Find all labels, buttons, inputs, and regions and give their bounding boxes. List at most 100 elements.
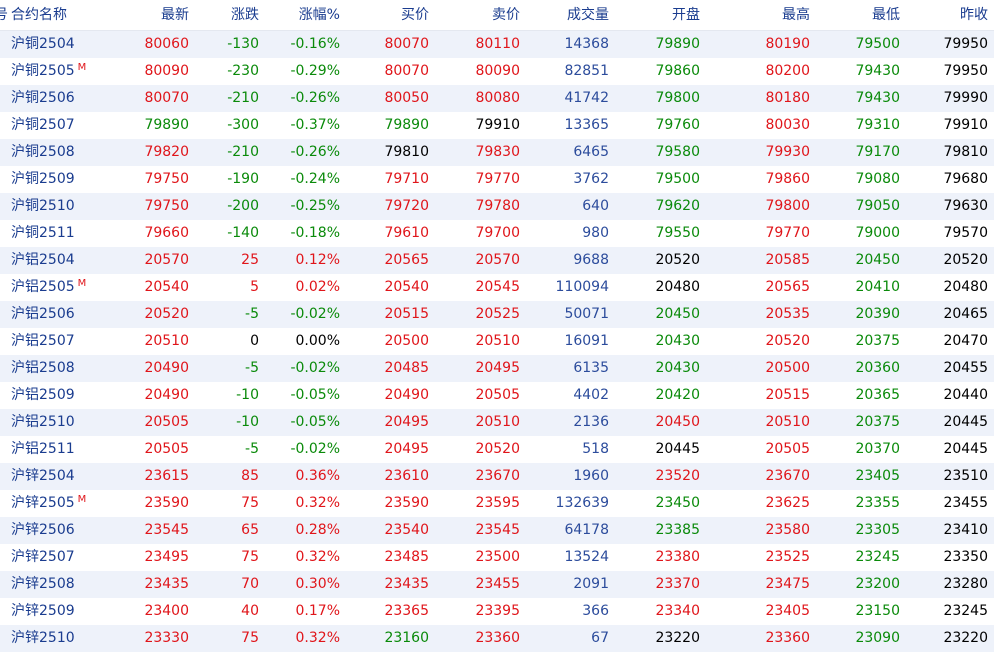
table-header: 号 合约名称 最新 涨跌 涨幅% 买价 卖价 成交量 开盘 最高 最低 昨收 [0,0,994,31]
last-price-cell: 20505 [144,414,189,430]
header-bid[interactable]: 买价 [401,0,429,30]
prev-close-cell: 20440 [943,387,988,403]
table-row[interactable]: 沪铝2508 20490 -5 -0.02% 20485 20495 6135 20430 20… [0,355,994,382]
last-price-cell: 79750 [144,198,189,214]
prev-close-cell: 20520 [943,252,988,268]
change-cell: 85 [241,468,259,484]
table-row[interactable]: 沪锌2508 23435 70 0.30% 23435 23455 2091 23370 234… [0,571,994,598]
table-row[interactable]: 沪锌2504 23615 85 0.36% 23610 23670 1960 23520 236… [0,463,994,490]
table-row[interactable]: 沪铜2509 79750 -190 -0.24% 79710 79770 3762 79500… [0,166,994,193]
ask-price-cell: 23500 [475,549,520,565]
header-change[interactable]: 涨跌 [231,0,259,30]
volume-cell: 14368 [564,36,609,52]
table-row[interactable]: 沪铜2506 80070 -210 -0.26% 80050 80080 41742 7980… [0,85,994,112]
table-row[interactable]: 沪铝2504 20570 25 0.12% 20565 20570 9688 20520 205… [0,247,994,274]
ask-price-cell: 80110 [475,36,520,52]
bid-price-cell: 80070 [384,36,429,52]
ask-price-cell: 20510 [475,333,520,349]
high-price-cell: 23405 [765,603,810,619]
header-high[interactable]: 最高 [782,0,810,30]
header-name[interactable]: 合约名称 [11,0,121,30]
open-price-cell: 23385 [655,522,700,538]
table-row[interactable]: 沪铜2504 80060 -130 -0.16% 80070 80110 14368 7989… [0,31,994,58]
change-pct-cell: 0.32% [295,495,340,511]
contract-name: 沪铝2508 [11,355,121,382]
table-row[interactable]: 沪锌2509 23400 40 0.17% 23365 23395 366 23340 2340… [0,598,994,625]
low-price-cell: 23090 [855,630,900,646]
high-price-cell: 20500 [765,360,810,376]
table-row[interactable]: 沪铝2509 20490 -10 -0.05% 20490 20505 4402 20420 2… [0,382,994,409]
table-row[interactable]: 沪铝2511 20505 -5 -0.02% 20495 20520 518 20445 205… [0,436,994,463]
volume-cell: 41742 [564,90,609,106]
contract-name: 沪锌2507 [11,544,121,571]
ask-price-cell: 20505 [475,387,520,403]
ask-price-cell: 23455 [475,576,520,592]
change-pct-cell: -0.05% [290,414,340,430]
table-row[interactable]: 沪铜2507 79890 -300 -0.37% 79890 79910 13365 7976… [0,112,994,139]
header-low[interactable]: 最低 [872,0,900,30]
open-price-cell: 20520 [655,252,700,268]
bid-price-cell: 23590 [384,495,429,511]
table-row[interactable]: 沪铜2508 79820 -210 -0.26% 79810 79830 6465 79580… [0,139,994,166]
table-row[interactable]: 沪铝2506 20520 -5 -0.02% 20515 20525 50071 20450 2… [0,301,994,328]
table-row[interactable]: 沪锌2506 23545 65 0.28% 23540 23545 64178 23385 23… [0,517,994,544]
table-row[interactable]: 沪锌2505 M 23590 75 0.32% 23590 23595 132639 23450… [0,490,994,517]
table-row[interactable]: 沪锌2510 23330 75 0.32% 23160 23360 67 23220 23360… [0,625,994,652]
header-open[interactable]: 开盘 [672,0,700,30]
contract-name-text: 沪铜2511 [11,225,75,241]
header-index[interactable]: 号 [0,0,8,30]
contract-name-text: 沪铝2509 [11,387,75,403]
contract-name-text: 沪铝2507 [11,333,75,349]
open-price-cell: 20450 [655,306,700,322]
header-last[interactable]: 最新 [161,0,189,30]
high-price-cell: 23360 [765,630,810,646]
header-volume[interactable]: 成交量 [567,0,609,30]
futures-quote-table: 号 合约名称 最新 涨跌 涨幅% 买价 卖价 成交量 开盘 最高 最低 昨收 沪… [0,0,994,652]
last-price-cell: 79750 [144,171,189,187]
contract-name: 沪锌2506 [11,517,121,544]
table-row[interactable]: 沪铝2507 20510 0 0.00% 20500 20510 16091 20430 205… [0,328,994,355]
contract-name-text: 沪锌2504 [11,468,75,484]
bid-price-cell: 20500 [384,333,429,349]
change-cell: -10 [236,387,259,403]
open-price-cell: 20430 [655,333,700,349]
high-price-cell: 20565 [765,279,810,295]
open-price-cell: 20480 [655,279,700,295]
contract-name-text: 沪铜2505 [11,63,75,79]
contract-name: 沪锌2509 [11,598,121,625]
prev-close-cell: 20445 [943,441,988,457]
table-row[interactable]: 沪铜2510 79750 -200 -0.25% 79720 79780 640 79620 7… [0,193,994,220]
table-row[interactable]: 沪铜2505 M 80090 -230 -0.29% 80070 80090 82851 798… [0,58,994,85]
header-ask[interactable]: 卖价 [492,0,520,30]
low-price-cell: 79050 [855,198,900,214]
ask-price-cell: 23395 [475,603,520,619]
ask-price-cell: 79830 [475,144,520,160]
table-row[interactable]: 沪铝2505 M 20540 5 0.02% 20540 20545 110094 20480 2… [0,274,994,301]
last-price-cell: 23435 [144,576,189,592]
low-price-cell: 23150 [855,603,900,619]
contract-name-text: 沪锌2508 [11,576,75,592]
contract-name-text: 沪铜2509 [11,171,75,187]
high-price-cell: 80200 [765,63,810,79]
ask-price-cell: 20520 [475,441,520,457]
low-price-cell: 20370 [855,441,900,457]
last-price-cell: 20540 [144,279,189,295]
main-contract-badge: M [77,278,87,289]
last-price-cell: 80090 [144,63,189,79]
contract-name-text: 沪铜2504 [11,36,75,52]
last-price-cell: 20505 [144,441,189,457]
header-change-pct[interactable]: 涨幅% [299,0,340,30]
high-price-cell: 23625 [765,495,810,511]
last-price-cell: 80060 [144,36,189,52]
contract-name-text: 沪铝2511 [11,441,75,457]
ask-price-cell: 20525 [475,306,520,322]
table-row[interactable]: 沪铝2510 20505 -10 -0.05% 20495 20510 2136 20450 2… [0,409,994,436]
last-price-cell: 79890 [144,117,189,133]
open-price-cell: 20420 [655,387,700,403]
high-price-cell: 79930 [765,144,810,160]
open-price-cell: 79620 [655,198,700,214]
table-row[interactable]: 沪锌2507 23495 75 0.32% 23485 23500 13524 23380 23… [0,544,994,571]
table-row[interactable]: 沪铜2511 79660 -140 -0.18% 79610 79700 980 79550 7… [0,220,994,247]
header-prev-close[interactable]: 昨收 [960,0,988,30]
contract-name: 沪铝2506 [11,301,121,328]
